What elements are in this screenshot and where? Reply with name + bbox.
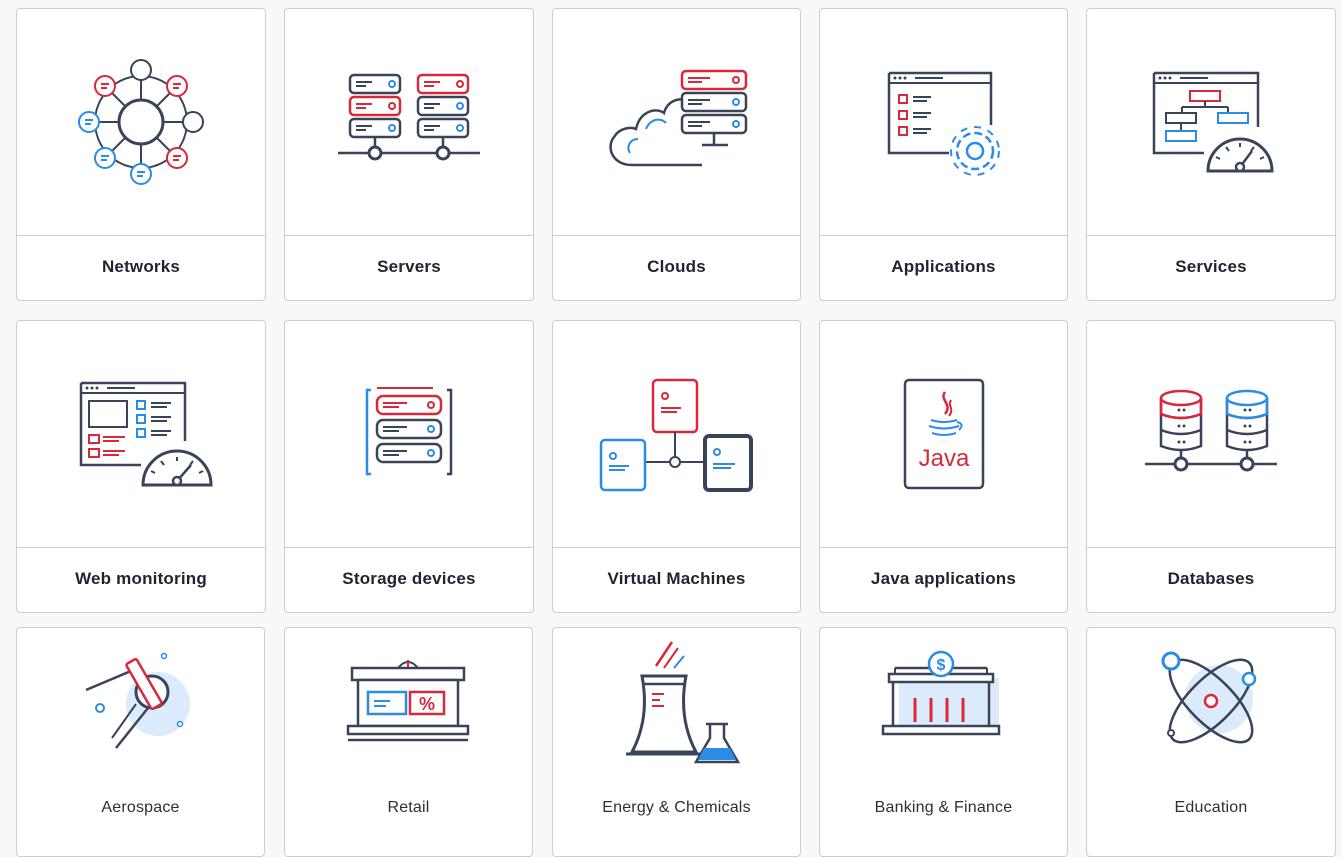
card-label: Java applications [870, 569, 1017, 588]
card-networks[interactable]: Networks [16, 8, 266, 301]
card-label: Banking & Finance [874, 799, 1013, 816]
servers-icon [338, 73, 480, 161]
card-banking-finance[interactable]: $ Banking & Finance [819, 627, 1068, 857]
java-text: Java [918, 445, 969, 472]
energy-icon [625, 641, 740, 764]
cloud-icon [608, 69, 747, 167]
card-aerospace[interactable]: Aerospace [16, 627, 265, 857]
network-icon [78, 59, 204, 185]
card-label: Retail [387, 799, 430, 816]
card-servers[interactable]: Servers [284, 8, 534, 301]
card-retail[interactable]: % Retail [284, 627, 533, 857]
card-label: Web monitoring [75, 569, 207, 588]
card-label: Databases [1167, 569, 1255, 588]
percent-text: % [418, 694, 434, 714]
card-label: Applications [891, 257, 996, 276]
virtual-machines-icon [599, 378, 753, 492]
satellite-icon [85, 652, 190, 749]
web-monitoring-icon [79, 381, 213, 487]
card-web-monitoring[interactable]: Web monitoring [16, 320, 266, 613]
card-services[interactable]: Services [1086, 8, 1336, 301]
card-energy-chemicals[interactable]: Energy & Chemicals [552, 627, 801, 857]
card-virtual-machines[interactable]: Virtual Machines [552, 320, 801, 613]
databases-icon [1145, 389, 1277, 472]
bank-icon: $ [881, 650, 1000, 736]
card-label: Networks [101, 257, 181, 276]
dollar-text: $ [936, 657, 945, 674]
storage-icon [365, 387, 453, 476]
applications-icon [887, 71, 1000, 176]
card-education[interactable]: Education [1086, 627, 1336, 857]
card-label: Servers [377, 257, 441, 276]
category-grid: Networks Servers Clouds Applications Ser… [0, 0, 1342, 857]
card-applications[interactable]: Applications [819, 8, 1068, 301]
card-label: Clouds [647, 257, 706, 276]
card-label: Virtual Machines [607, 569, 746, 588]
store-icon: % [346, 660, 469, 742]
card-label: Aerospace [101, 799, 180, 816]
atom-icon [1161, 651, 1257, 744]
java-icon: Java [903, 378, 984, 490]
card-databases[interactable]: Databases [1086, 320, 1336, 613]
card-clouds[interactable]: Clouds [552, 8, 801, 301]
card-label: Storage devices [342, 569, 476, 588]
card-storage-devices[interactable]: Storage devices [284, 320, 534, 613]
card-label: Energy & Chemicals [602, 799, 751, 816]
card-label: Services [1175, 257, 1247, 276]
card-java-applications[interactable]: Java Java applications [819, 320, 1068, 613]
services-icon [1152, 71, 1274, 173]
card-label: Education [1174, 799, 1248, 816]
